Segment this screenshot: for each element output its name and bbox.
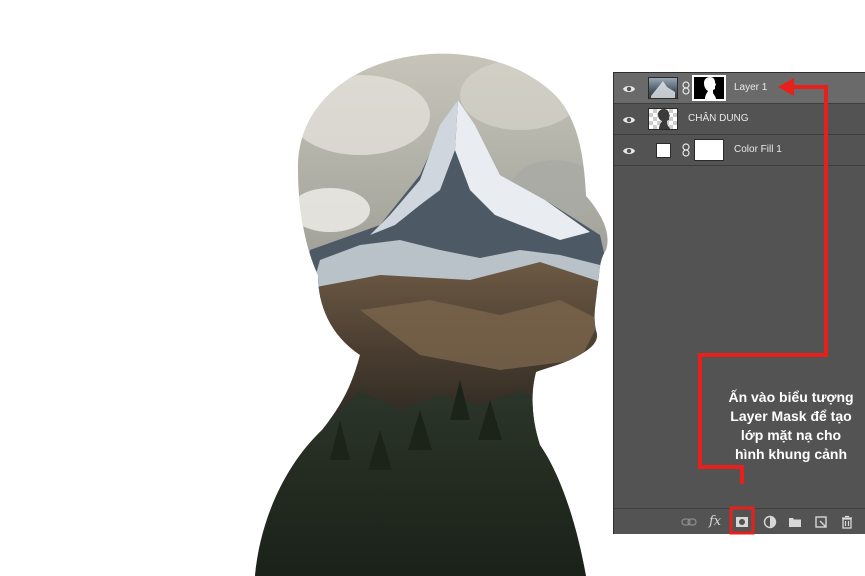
folder-icon[interactable]	[787, 514, 803, 530]
portrait-silhouette-thumbnail[interactable]	[648, 108, 678, 130]
visibility-eye-icon[interactable]	[622, 113, 636, 127]
layer-name: Layer 1	[734, 82, 768, 93]
callout-line: lớp mặt nạ cho	[740, 427, 842, 443]
layers-panel: Layer 1 CHÂN DUNG Color Fill 1 fx	[613, 72, 865, 534]
layer-row-layer-1[interactable]: Layer 1	[614, 73, 865, 104]
trash-icon[interactable]	[839, 514, 855, 530]
link-layers-icon[interactable]	[681, 514, 697, 530]
white-mask-thumbnail[interactable]	[694, 139, 724, 161]
chain-link-icon[interactable]	[682, 81, 690, 95]
silhouette-mask-thumbnail[interactable]	[692, 75, 726, 101]
mountain-photo-thumbnail[interactable]	[648, 77, 678, 99]
callout-line: Ấn vào biểu tượng	[728, 389, 854, 405]
new-layer-icon[interactable]	[813, 514, 829, 530]
adjustment-layer-icon[interactable]	[762, 514, 778, 530]
callout-line: Layer Mask để tạo	[730, 408, 852, 424]
layer-mask-icon[interactable]	[734, 514, 750, 530]
layer-name: CHÂN DUNG	[688, 113, 749, 124]
annotation-callout-text: Ấn vào biểu tượng Layer Mask để tạo lớp …	[711, 388, 865, 464]
fx-icon[interactable]: fx	[709, 514, 725, 530]
layer-row-color-fill-1[interactable]: Color Fill 1	[614, 135, 865, 166]
chain-link-icon[interactable]	[682, 143, 690, 157]
layer-row-chan-dung[interactable]: CHÂN DUNG	[614, 104, 865, 135]
visibility-eye-icon[interactable]	[622, 82, 636, 96]
visibility-eye-icon[interactable]	[622, 144, 636, 158]
white-color-swatch[interactable]	[656, 143, 671, 158]
layers-panel-footer: fx	[614, 508, 865, 534]
layer-name: Color Fill 1	[734, 144, 782, 155]
callout-line: hình khung cảnh	[735, 446, 847, 462]
